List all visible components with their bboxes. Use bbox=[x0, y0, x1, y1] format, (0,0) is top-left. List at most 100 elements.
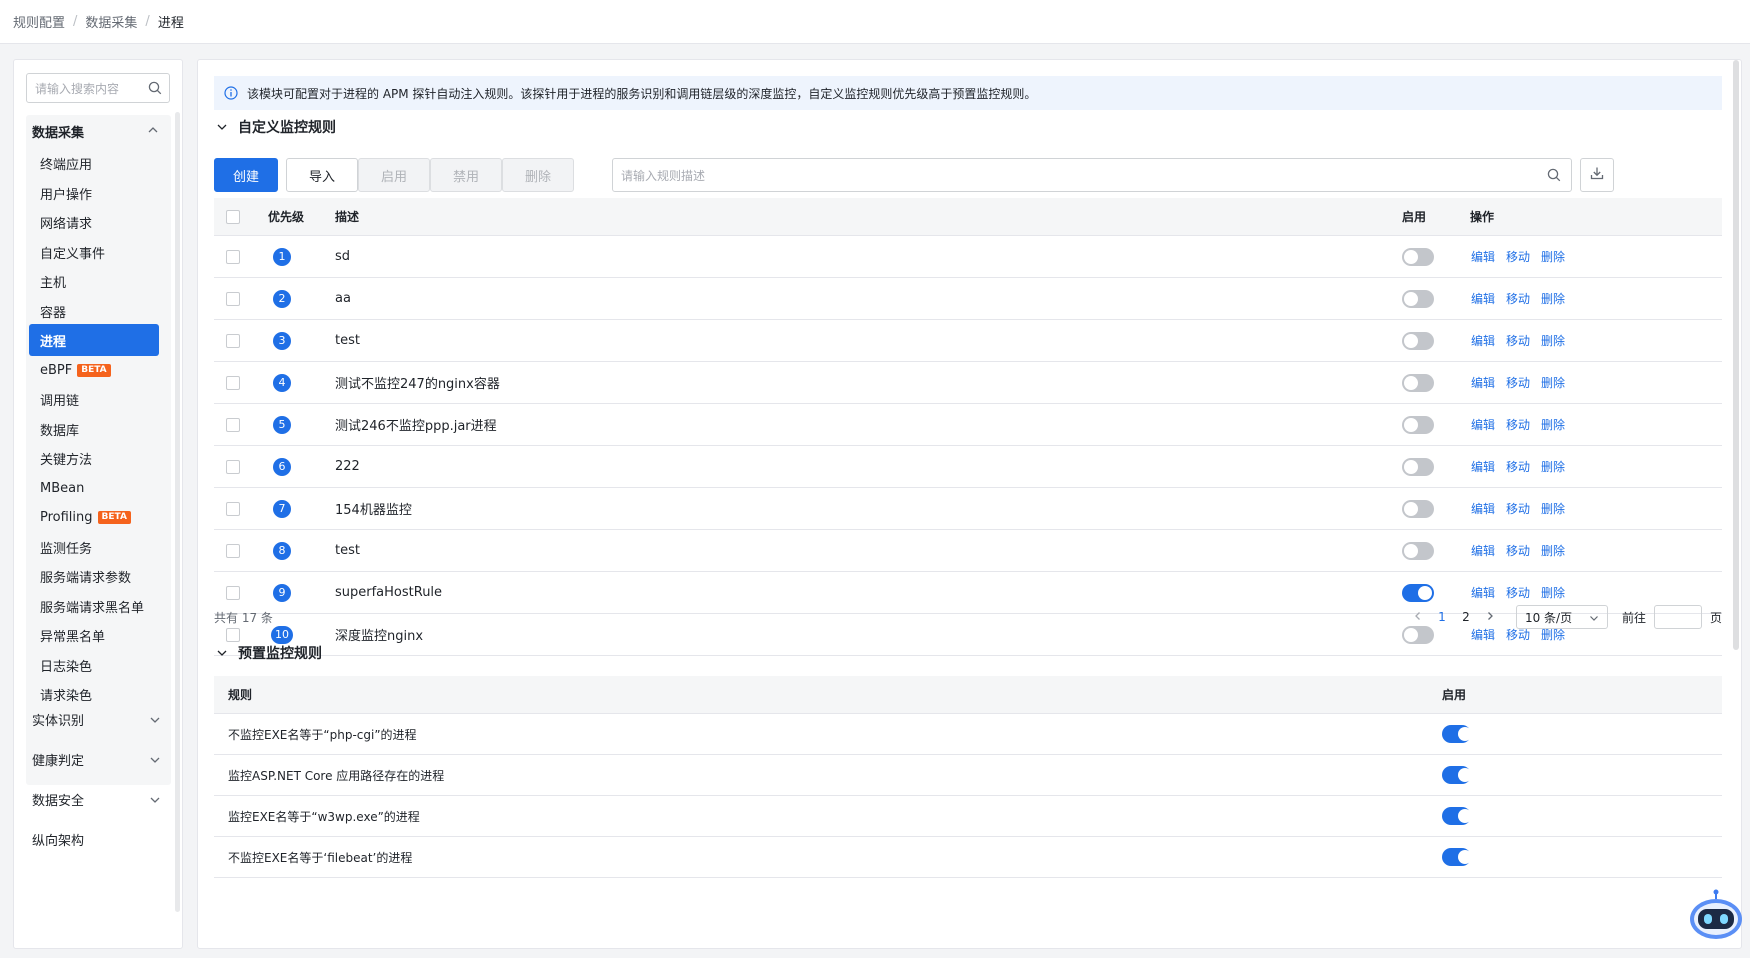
sidebar-item-database[interactable]: 数据库 bbox=[29, 413, 159, 445]
sidebar-item-server-request-blacklist[interactable]: 服务端请求黑名单 bbox=[29, 590, 159, 622]
enable-toggle[interactable] bbox=[1402, 415, 1434, 434]
sidebar-item-exception-blacklist[interactable]: 异常黑名单 bbox=[29, 619, 159, 651]
delete-link[interactable]: 删除 bbox=[1541, 542, 1565, 559]
move-link[interactable]: 移动 bbox=[1506, 542, 1530, 559]
row-checkbox[interactable] bbox=[226, 375, 240, 390]
checkbox[interactable] bbox=[226, 209, 240, 224]
enable-toggle[interactable] bbox=[1402, 499, 1434, 518]
edit-link[interactable]: 编辑 bbox=[1471, 248, 1495, 265]
row-checkbox[interactable] bbox=[226, 501, 240, 516]
sidebar-group-header[interactable]: 数据采集 bbox=[32, 115, 167, 147]
delete-link[interactable]: 删除 bbox=[1541, 290, 1565, 307]
search-icon[interactable] bbox=[1537, 168, 1571, 182]
enable-toggle[interactable] bbox=[1402, 331, 1434, 350]
page-2-button[interactable]: 2 bbox=[1454, 610, 1478, 624]
sidebar-item-process[interactable]: 进程 bbox=[29, 324, 159, 356]
enable-button[interactable]: 启用 bbox=[358, 158, 430, 192]
next-page-icon[interactable] bbox=[1478, 610, 1502, 624]
sidebar-search-input[interactable]: 请输入搜索内容 bbox=[26, 73, 170, 103]
create-button[interactable]: 创建 bbox=[214, 158, 278, 192]
sidebar-item-terminal-app[interactable]: 终端应用 bbox=[29, 147, 159, 179]
sidebar-item-custom-event[interactable]: 自定义事件 bbox=[29, 236, 159, 268]
page-1-button[interactable]: 1 bbox=[1430, 610, 1454, 624]
assistant-robot-icon[interactable] bbox=[1688, 889, 1744, 943]
breadcrumb-item-data-collection[interactable]: 数据采集 bbox=[85, 12, 137, 31]
sidebar-item-log-dye[interactable]: 日志染色 bbox=[29, 649, 159, 681]
enable-toggle[interactable] bbox=[1402, 247, 1434, 266]
goto-page-input[interactable] bbox=[1653, 605, 1702, 629]
row-checkbox[interactable] bbox=[226, 333, 240, 348]
sidebar-group-health[interactable]: 健康判定 bbox=[32, 743, 167, 775]
edit-link[interactable]: 编辑 bbox=[1471, 458, 1495, 475]
enable-toggle[interactable] bbox=[1442, 807, 1472, 825]
edit-link[interactable]: 编辑 bbox=[1471, 416, 1495, 433]
edit-link[interactable]: 编辑 bbox=[1471, 290, 1495, 307]
move-link[interactable]: 移动 bbox=[1506, 458, 1530, 475]
sidebar-item-key-method[interactable]: 关键方法 bbox=[29, 442, 159, 474]
move-link[interactable]: 移动 bbox=[1506, 374, 1530, 391]
delete-link[interactable]: 删除 bbox=[1541, 248, 1565, 265]
delete-link[interactable]: 删除 bbox=[1541, 416, 1565, 433]
enable-toggle[interactable] bbox=[1402, 583, 1434, 602]
sidebar-item-trace[interactable]: 调用链 bbox=[29, 383, 159, 415]
row-checkbox[interactable] bbox=[226, 291, 240, 306]
sidebar-item-monitor-task[interactable]: 监测任务 bbox=[29, 531, 159, 563]
table-row: 不监控EXE名等于“php-cgi”的进程 bbox=[214, 714, 1722, 755]
select-all-checkbox[interactable] bbox=[226, 198, 240, 235]
enable-toggle[interactable] bbox=[1442, 766, 1472, 784]
move-link[interactable]: 移动 bbox=[1506, 248, 1530, 265]
main-scrollbar[interactable] bbox=[1733, 60, 1739, 650]
enable-toggle[interactable] bbox=[1402, 289, 1434, 308]
move-link[interactable]: 移动 bbox=[1506, 584, 1530, 601]
search-icon[interactable] bbox=[141, 74, 169, 102]
download-button[interactable] bbox=[1580, 158, 1614, 192]
sidebar-item-host[interactable]: 主机 bbox=[29, 265, 159, 297]
delete-link[interactable]: 删除 bbox=[1541, 500, 1565, 517]
page-size-select[interactable]: 10 条/页 bbox=[1515, 605, 1608, 629]
enable-toggle[interactable] bbox=[1442, 848, 1472, 866]
edit-link[interactable]: 编辑 bbox=[1471, 542, 1495, 559]
enable-toggle[interactable] bbox=[1402, 457, 1434, 476]
row-checkbox[interactable] bbox=[226, 585, 240, 600]
enable-toggle[interactable] bbox=[1402, 541, 1434, 560]
sidebar-group-vertical-arch[interactable]: 纵向架构 bbox=[32, 823, 167, 855]
delete-link[interactable]: 删除 bbox=[1541, 584, 1565, 601]
rule-search-input[interactable]: 请输入规则描述 bbox=[612, 158, 1572, 192]
row-checkbox[interactable] bbox=[226, 543, 240, 558]
sidebar-group-entity-recognition[interactable]: 实体识别 bbox=[32, 703, 167, 735]
sidebar-item-network-request[interactable]: 网络请求 bbox=[29, 206, 159, 238]
sidebar-item-server-request-params[interactable]: 服务端请求参数 bbox=[29, 560, 159, 592]
prev-page-icon[interactable] bbox=[1406, 610, 1430, 624]
edit-link[interactable]: 编辑 bbox=[1471, 500, 1495, 517]
move-link[interactable]: 移动 bbox=[1506, 416, 1530, 433]
sidebar-item-user-action[interactable]: 用户操作 bbox=[29, 177, 159, 209]
move-link[interactable]: 移动 bbox=[1506, 500, 1530, 517]
chevron-up-icon bbox=[147, 124, 159, 140]
delete-link[interactable]: 删除 bbox=[1541, 332, 1565, 349]
enable-toggle[interactable] bbox=[1402, 373, 1434, 392]
edit-link[interactable]: 编辑 bbox=[1471, 374, 1495, 391]
sidebar-item-container[interactable]: 容器 bbox=[29, 295, 159, 327]
row-checkbox[interactable] bbox=[226, 459, 240, 474]
delete-link[interactable]: 删除 bbox=[1541, 374, 1565, 391]
sidebar-group-data-security[interactable]: 数据安全 bbox=[32, 783, 167, 815]
preset-rules-header[interactable]: 预置监控规则 bbox=[216, 638, 322, 668]
import-button[interactable]: 导入 bbox=[286, 158, 358, 192]
breadcrumb-item-rule-config[interactable]: 规则配置 bbox=[13, 12, 65, 31]
delete-button[interactable]: 删除 bbox=[502, 158, 574, 192]
row-checkbox[interactable] bbox=[226, 417, 240, 432]
delete-link[interactable]: 删除 bbox=[1541, 458, 1565, 475]
edit-link[interactable]: 编辑 bbox=[1471, 332, 1495, 349]
table-footer: 共有 17 条 1 2 10 条/页 前往 页 bbox=[214, 602, 1722, 632]
disable-button[interactable]: 禁用 bbox=[430, 158, 502, 192]
move-link[interactable]: 移动 bbox=[1506, 290, 1530, 307]
sidebar-item-ebpf[interactable]: eBPF BETA bbox=[29, 354, 159, 386]
sidebar-item-profiling[interactable]: Profiling BETA bbox=[29, 501, 159, 533]
enable-toggle[interactable] bbox=[1442, 725, 1472, 743]
sidebar-scrollbar[interactable] bbox=[175, 112, 180, 912]
edit-link[interactable]: 编辑 bbox=[1471, 584, 1495, 601]
sidebar-item-mbean[interactable]: MBean bbox=[29, 472, 159, 504]
move-link[interactable]: 移动 bbox=[1506, 332, 1530, 349]
row-checkbox[interactable] bbox=[226, 249, 240, 264]
custom-rules-header[interactable]: 自定义监控规则 bbox=[216, 112, 336, 142]
